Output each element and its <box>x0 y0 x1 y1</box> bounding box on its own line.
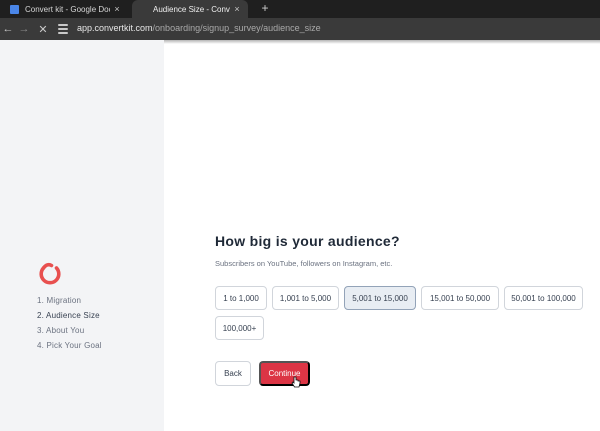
step-pick-your-goal: 4. Pick Your Goal <box>37 341 102 350</box>
option-15001-to-50000[interactable]: 15,001 to 50,000 <box>421 286 499 310</box>
url-path: /onboarding/signup_survey/audience_size <box>152 23 321 33</box>
back-button[interactable]: Back <box>215 361 251 386</box>
hand-cursor-icon <box>291 376 301 388</box>
url-field[interactable]: app.convertkit.com/onboarding/signup_sur… <box>77 23 321 33</box>
page-title: How big is your audience? <box>215 233 400 249</box>
tab-title: Convert kit - Google Docs <box>25 4 110 14</box>
google-docs-icon <box>10 4 19 14</box>
url-host: app.convertkit.com <box>77 23 153 33</box>
page-subtitle: Subscribers on YouTube, followers on Ins… <box>215 259 393 268</box>
stop-loading-icon[interactable]: ✕ <box>35 21 51 37</box>
site-settings-icon[interactable] <box>58 24 68 34</box>
step-migration: 1. Migration <box>37 296 82 305</box>
browser-tab-bar: Convert kit - Google Docs × Audience Siz… <box>0 0 600 18</box>
option-5001-to-15000[interactable]: 5,001 to 15,000 <box>344 286 416 310</box>
step-audience-size: 2. Audience Size <box>37 311 100 320</box>
tab-title: Audience Size - ConvertKit <box>153 4 230 14</box>
option-1-to-1000[interactable]: 1 to 1,000 <box>215 286 267 310</box>
survey-main: How big is your audience? Subscribers on… <box>164 40 600 431</box>
tab-close-icon[interactable]: × <box>110 4 124 14</box>
back-arrow-icon[interactable]: ← <box>0 21 16 37</box>
onboarding-steps: 1. Migration 2. Audience Size 3. About Y… <box>37 295 102 355</box>
onboarding-sidebar <box>0 40 164 431</box>
option-100000-plus[interactable]: 100,000+ <box>215 316 264 340</box>
address-bar: ← → ✕ app.convertkit.com/onboarding/sign… <box>0 18 600 40</box>
forward-arrow-icon[interactable]: → <box>16 21 32 37</box>
continue-button[interactable]: Continue <box>259 361 310 386</box>
convertkit-favicon <box>138 4 147 14</box>
tab-close-icon[interactable]: × <box>230 4 244 14</box>
tab-google-docs[interactable]: Convert kit - Google Docs × <box>6 0 128 18</box>
tab-convertkit[interactable]: Audience Size - ConvertKit × <box>132 0 248 18</box>
new-tab-button[interactable]: + <box>258 1 272 15</box>
convertkit-logo <box>39 262 61 285</box>
step-about-you: 3. About You <box>37 326 85 335</box>
option-1001-to-5000[interactable]: 1,001 to 5,000 <box>272 286 339 310</box>
option-50001-to-100000[interactable]: 50,001 to 100,000 <box>504 286 583 310</box>
